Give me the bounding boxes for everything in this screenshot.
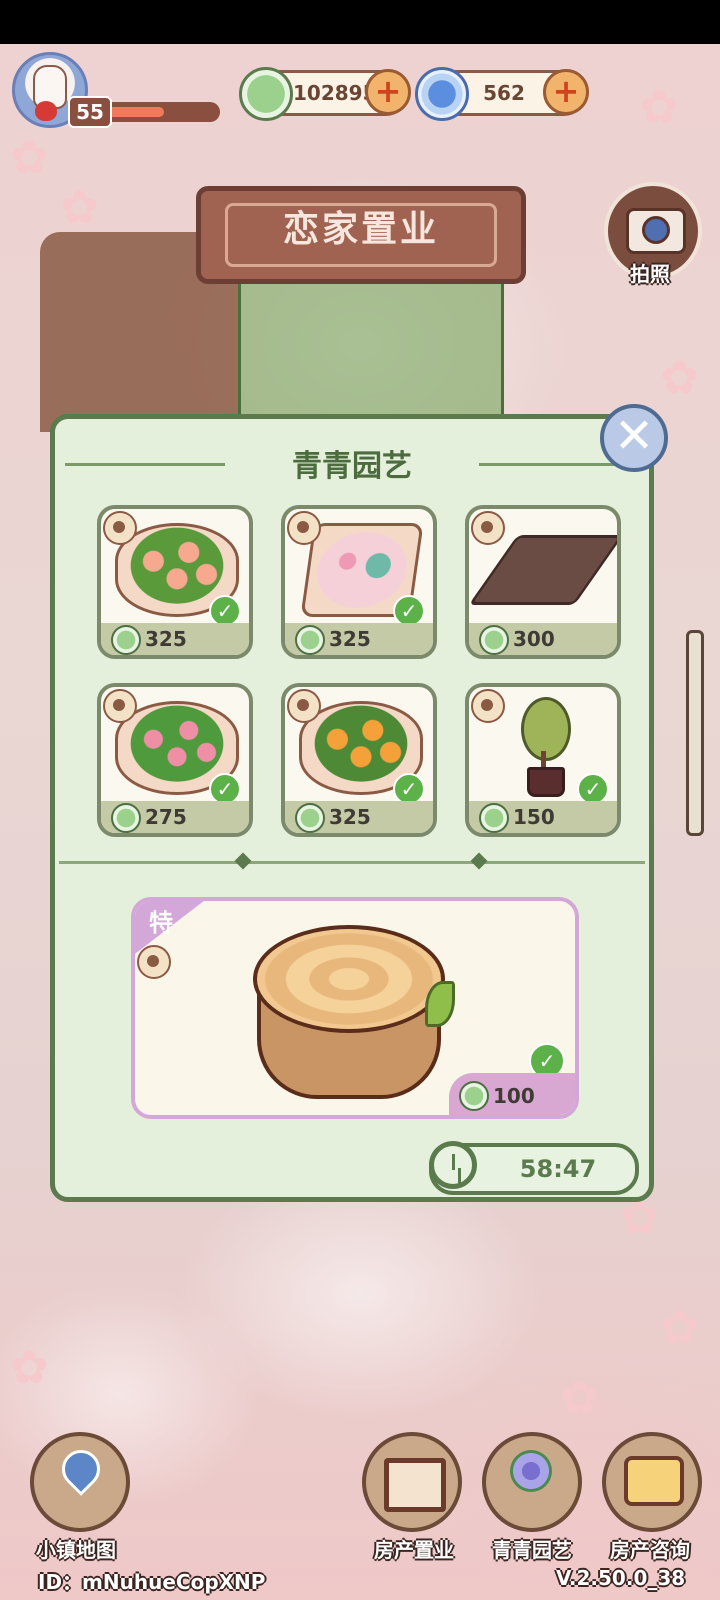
flower-cart-icon bbox=[510, 1450, 552, 1492]
flower-decoration: ✿ bbox=[560, 1370, 599, 1424]
leaf-coin-icon bbox=[479, 803, 509, 833]
flower-decoration: ✿ bbox=[660, 350, 699, 404]
item-price: 300 bbox=[469, 623, 617, 655]
leaf-coin-icon bbox=[111, 625, 141, 655]
shop-item[interactable]: ✓ 275 bbox=[97, 683, 253, 837]
shop-item[interactable]: ✓ 150 bbox=[465, 683, 621, 837]
flower-decoration: ✿ bbox=[10, 130, 49, 184]
item-price-value: 275 bbox=[145, 805, 187, 829]
tree-pot bbox=[527, 767, 565, 797]
consult-label: 房产咨询 bbox=[610, 1538, 690, 1562]
sprout-leaf bbox=[425, 981, 455, 1027]
tree-stump-image bbox=[253, 925, 455, 1099]
preview-eye-icon[interactable] bbox=[287, 511, 321, 545]
special-price-value: 100 bbox=[493, 1084, 535, 1108]
refresh-timer: 58:47 bbox=[429, 1141, 639, 1195]
town-map-button[interactable] bbox=[30, 1432, 130, 1532]
clock-icon bbox=[429, 1141, 477, 1189]
leaf-coin-icon bbox=[459, 1081, 489, 1111]
swirl-currency-display: 562 + bbox=[415, 67, 589, 121]
shop-item[interactable]: ✓ 325 bbox=[281, 505, 437, 659]
shop-title: 青青园艺 bbox=[292, 449, 412, 484]
greenhouse-glass bbox=[238, 278, 504, 434]
swirl-currency-value: 562 bbox=[483, 81, 525, 105]
garden-button[interactable] bbox=[482, 1432, 582, 1532]
item-price-value: 150 bbox=[513, 805, 555, 829]
consult-button[interactable] bbox=[602, 1432, 702, 1532]
town-map-label: 小镇地图 bbox=[36, 1538, 116, 1562]
leaf-currency-value: 102895 bbox=[293, 81, 377, 105]
item-price: 275 bbox=[101, 801, 249, 833]
level-badge: 55 bbox=[68, 96, 112, 128]
leaf-coin-icon bbox=[295, 625, 325, 655]
item-price: 325 bbox=[101, 623, 249, 655]
shop-item[interactable]: ✓ 325 bbox=[281, 683, 437, 837]
add-leaf-currency-button[interactable]: + bbox=[365, 69, 411, 115]
house-icon bbox=[384, 1458, 446, 1512]
preview-eye-icon[interactable] bbox=[471, 689, 505, 723]
leaf-currency-display: 102895 + bbox=[239, 67, 411, 121]
add-swirl-currency-button[interactable]: + bbox=[543, 69, 589, 115]
preview-eye-icon[interactable] bbox=[137, 945, 171, 979]
leaf-coin-icon bbox=[479, 625, 509, 655]
special-offer-card[interactable]: 特 ✓ 100 bbox=[131, 897, 579, 1119]
flower-decoration: ✿ bbox=[660, 1300, 699, 1354]
location-title: 恋家置业 bbox=[282, 209, 439, 250]
item-price-value: 325 bbox=[145, 627, 187, 651]
section-divider bbox=[59, 861, 645, 864]
special-price: 100 bbox=[449, 1073, 575, 1115]
leaf-coin-icon bbox=[239, 67, 293, 121]
preview-eye-icon[interactable] bbox=[103, 511, 137, 545]
stump-rings bbox=[253, 925, 445, 1033]
strawberry-icon bbox=[35, 101, 57, 121]
timer-value: 58:47 bbox=[519, 1155, 597, 1183]
close-button[interactable]: ✕ bbox=[600, 404, 668, 472]
dark-tile-image bbox=[469, 535, 617, 605]
flower-decoration: ✿ bbox=[640, 80, 679, 134]
item-price-value: 300 bbox=[513, 627, 555, 651]
location-sign: 恋家置业 bbox=[196, 186, 526, 284]
shop-item[interactable]: 300 bbox=[465, 505, 621, 659]
leaf-coin-icon bbox=[295, 803, 325, 833]
divider-ornament bbox=[234, 852, 252, 870]
garden-pole bbox=[686, 630, 704, 836]
item-price-value: 325 bbox=[329, 627, 371, 651]
flower-decoration: ✿ bbox=[10, 1340, 49, 1394]
property-button[interactable] bbox=[362, 1432, 462, 1532]
preview-eye-icon[interactable] bbox=[471, 511, 505, 545]
item-price: 150 bbox=[469, 801, 617, 833]
item-price: 325 bbox=[285, 801, 433, 833]
map-pin-icon bbox=[54, 1442, 108, 1496]
item-price-value: 325 bbox=[329, 805, 371, 829]
leaf-coin-icon bbox=[111, 803, 141, 833]
shop-item[interactable]: ✓ 325 bbox=[97, 505, 253, 659]
camera-lens-icon bbox=[642, 216, 670, 244]
swirl-gem-icon bbox=[415, 67, 469, 121]
flower-decoration: ✿ bbox=[60, 180, 99, 234]
status-bar bbox=[0, 0, 720, 44]
item-price: 325 bbox=[285, 623, 433, 655]
preview-eye-icon[interactable] bbox=[103, 689, 137, 723]
chat-house-icon bbox=[624, 1456, 684, 1506]
xp-progress-bar bbox=[96, 102, 220, 122]
photo-label: 拍照 bbox=[630, 262, 670, 286]
player-id: ID：mNuhueCopXNP bbox=[38, 1570, 266, 1594]
garden-shop-panel: 青青园艺 ✓ 325 ✓ 325 300 ✓ 275 ✓ 325 ✓ 150 特… bbox=[50, 414, 654, 1202]
preview-eye-icon[interactable] bbox=[287, 689, 321, 723]
version-label: V.2.50.0_38 bbox=[556, 1566, 686, 1590]
potted-tree-image bbox=[521, 697, 571, 761]
divider-ornament bbox=[470, 852, 488, 870]
special-badge-label: 特 bbox=[149, 909, 173, 937]
